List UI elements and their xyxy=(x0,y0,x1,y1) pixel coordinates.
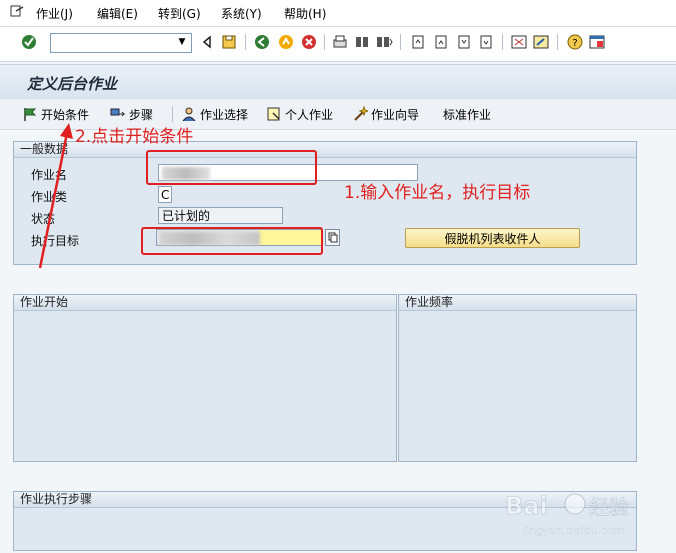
shortcut-icon[interactable] xyxy=(532,33,550,51)
menu-goto[interactable]: 转到(G) xyxy=(158,5,201,22)
system-menu-icon[interactable] xyxy=(10,4,24,18)
menu-job[interactable]: 作业(J) xyxy=(36,5,73,22)
steps-icon xyxy=(110,108,126,117)
own-jobs-icon xyxy=(267,107,280,121)
menu-bar: 作业(J) 编辑(E) 转到(G) 系统(Y) 帮助(H) xyxy=(0,0,676,27)
back-icon[interactable] xyxy=(253,33,271,51)
toolbar-separator xyxy=(502,34,503,50)
svg-text:jingyan.baidu.com: jingyan.baidu.com xyxy=(522,524,625,537)
arrow-left-icon[interactable] xyxy=(198,33,216,51)
job-selection-label: 作业选择 xyxy=(200,107,249,122)
next-page-icon[interactable] xyxy=(455,33,473,51)
layout-menu-icon[interactable] xyxy=(588,33,606,51)
job-wizard-button[interactable]: 作业向导 xyxy=(352,105,419,123)
title-bar: 定义后台作业 xyxy=(0,64,676,99)
toolbar-separator xyxy=(557,34,558,50)
exec-target-highlight-box xyxy=(141,227,323,255)
new-session-icon[interactable] xyxy=(510,33,528,51)
toolbar-separator xyxy=(172,106,173,122)
print-icon[interactable] xyxy=(331,33,349,51)
page-title: 定义后台作业 xyxy=(27,75,118,93)
job-start-title: 作业开始 xyxy=(14,295,396,311)
standard-jobs-label: 标准作业 xyxy=(443,107,492,122)
status-field: 已计划的 xyxy=(158,207,283,224)
job-selection-button[interactable]: 作业选择 xyxy=(181,105,248,123)
user-select-icon xyxy=(182,107,196,122)
own-jobs-label: 个人作业 xyxy=(285,107,334,122)
annotation-step-2: 2.点击开始条件 xyxy=(75,127,194,147)
command-dropdown-icon[interactable]: ▼ xyxy=(176,34,188,50)
svg-text:经验: 经验 xyxy=(589,495,629,519)
svg-text:?: ? xyxy=(572,38,577,49)
job-wizard-label: 作业向导 xyxy=(371,107,420,122)
toolbar-separator xyxy=(400,34,401,50)
menu-help[interactable]: 帮助(H) xyxy=(284,5,326,22)
f4-help-icon[interactable] xyxy=(325,229,340,246)
job-frequency-group: 作业频率 xyxy=(398,294,637,462)
steps-button[interactable]: 步骤 xyxy=(110,105,153,123)
exit-icon[interactable] xyxy=(277,33,295,51)
menu-system[interactable]: 系统(Y) xyxy=(221,5,262,22)
job-frequency-title: 作业频率 xyxy=(399,295,636,311)
enter-check-icon[interactable] xyxy=(20,33,38,51)
last-page-icon[interactable] xyxy=(477,33,495,51)
annotation-step-1: 1.输入作业名，执行目标 xyxy=(344,183,531,203)
cancel-icon[interactable] xyxy=(300,33,318,51)
standard-toolbar: ▼ ? xyxy=(0,27,676,62)
job-start-group: 作业开始 xyxy=(13,294,397,462)
previous-page-icon[interactable] xyxy=(432,33,450,51)
find-icon[interactable] xyxy=(353,33,371,51)
help-icon[interactable]: ? xyxy=(566,33,584,51)
standard-jobs-button[interactable]: 标准作业 xyxy=(443,105,491,123)
svg-text:Bai: Bai xyxy=(505,492,548,520)
command-field[interactable] xyxy=(50,33,192,53)
wizard-wand-icon xyxy=(354,106,368,121)
annotation-arrow-icon xyxy=(38,123,73,269)
job-name-highlight-box xyxy=(146,150,317,185)
baidu-watermark-icon: Bai 经验 jingyan.baidu.com xyxy=(505,492,630,537)
find-next-icon[interactable] xyxy=(375,33,393,51)
toolbar-separator xyxy=(245,34,246,50)
menu-edit[interactable]: 编辑(E) xyxy=(97,5,138,22)
job-class-input[interactable]: C xyxy=(158,186,172,203)
steps-label: 步骤 xyxy=(129,107,154,122)
own-jobs-button[interactable]: 个人作业 xyxy=(266,105,333,123)
save-icon[interactable] xyxy=(220,33,238,51)
first-page-icon[interactable] xyxy=(409,33,427,51)
toolbar-separator xyxy=(324,34,325,50)
spool-list-recipient-button[interactable]: 假脱机列表收件人 xyxy=(405,228,580,248)
